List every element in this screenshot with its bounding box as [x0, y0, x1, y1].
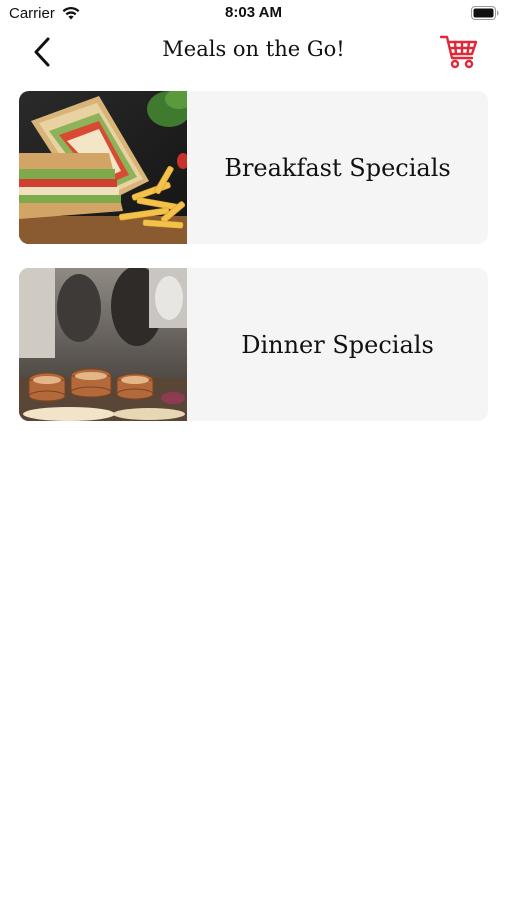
breakfast-food-image: [19, 91, 187, 244]
shopping-cart-icon: [439, 35, 478, 69]
dinner-specials-label: Dinner Specials: [241, 330, 434, 359]
page-title: Meals on the Go!: [162, 37, 345, 61]
status-time: 8:03 AM: [225, 4, 282, 21]
dinner-food-image: [19, 268, 187, 421]
breakfast-specials-card[interactable]: Breakfast Specials: [19, 91, 488, 244]
navigation-bar: Meals on the Go!: [0, 28, 507, 76]
status-bar: Carrier 8:03 AM: [0, 0, 507, 28]
menu-list: Breakfast Specials Dinner Specials: [19, 91, 488, 445]
battery-icon: [471, 6, 499, 20]
dinner-specials-card[interactable]: Dinner Specials: [19, 268, 488, 421]
breakfast-specials-label: Breakfast Specials: [224, 153, 451, 182]
cart-button[interactable]: [439, 32, 479, 70]
